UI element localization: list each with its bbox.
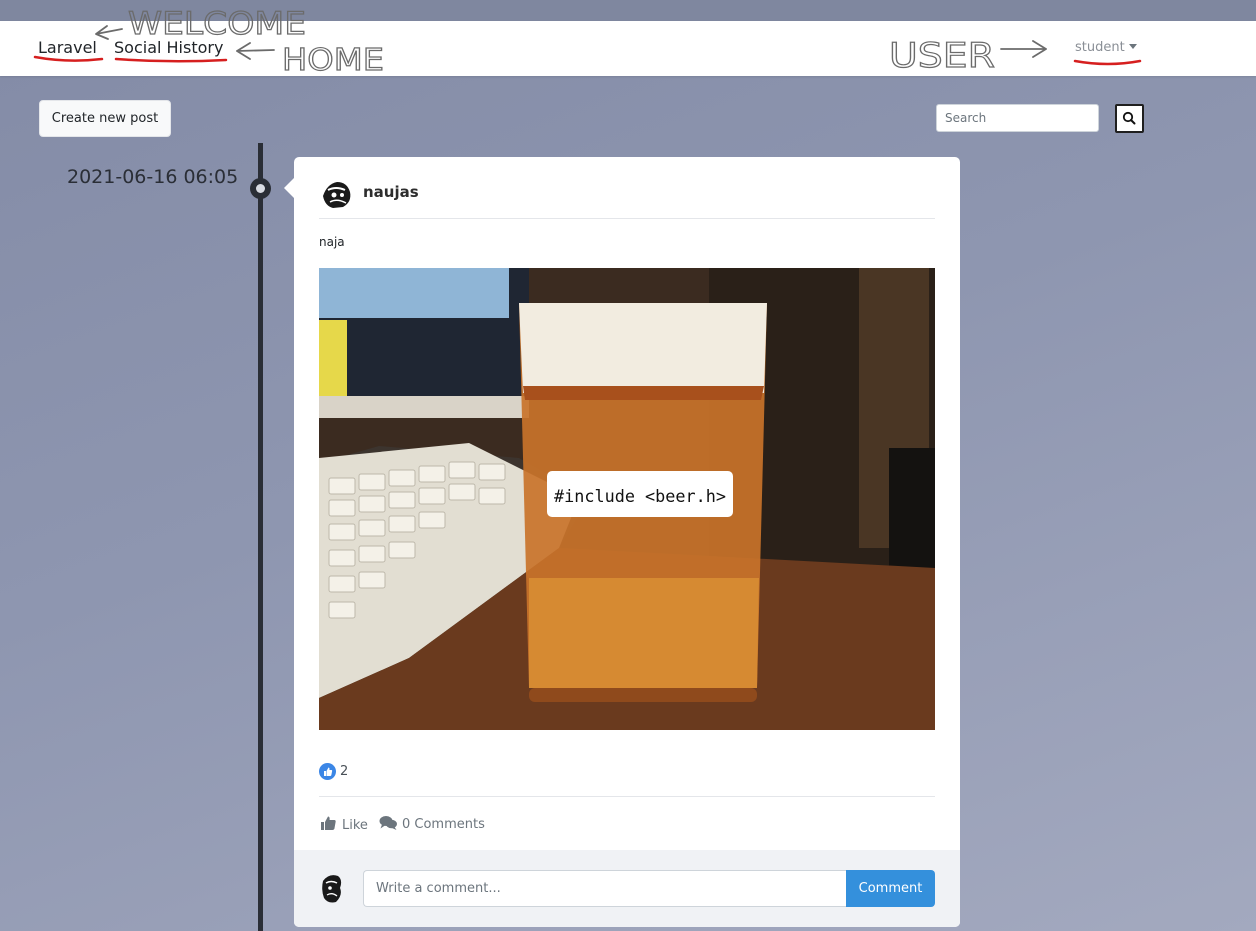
create-post-button[interactable]: Create new post	[39, 100, 171, 137]
thumbs-up-icon	[321, 816, 336, 830]
avatar-drawing-icon	[322, 875, 342, 903]
post-author[interactable]: naujas	[363, 183, 419, 201]
post-card: naujas naja #include <beer.h> 2 Like 0 C…	[294, 157, 960, 927]
navbar: Laravel Social History student	[0, 21, 1256, 76]
window-top-strip	[0, 0, 1256, 21]
like-label: Like	[342, 818, 368, 833]
brand-link[interactable]: Laravel	[38, 38, 97, 57]
beer-glass-photo: #include <beer.h>	[319, 268, 935, 730]
user-menu-dropdown[interactable]: student	[1075, 40, 1137, 55]
reactions-divider	[319, 796, 935, 797]
search-button[interactable]	[1115, 104, 1144, 133]
card-pointer	[284, 178, 294, 198]
like-count: 2	[340, 764, 349, 779]
comment-submit-button[interactable]: Comment	[846, 870, 935, 907]
comments-label: 0 Comments	[402, 817, 485, 832]
like-badge-icon	[319, 763, 336, 780]
header-divider	[319, 218, 935, 219]
glass-label: #include <beer.h>	[554, 487, 726, 507]
search-icon	[1122, 111, 1136, 125]
caret-down-icon	[1128, 44, 1137, 49]
post-text: naja	[319, 235, 345, 249]
home-link[interactable]: Social History	[114, 38, 223, 57]
comments-icon	[379, 816, 397, 830]
like-button[interactable]: Like	[320, 814, 368, 833]
comment-input[interactable]: Write a comment...	[363, 870, 847, 907]
author-avatar[interactable]	[319, 176, 354, 211]
current-user-avatar	[319, 871, 344, 905]
reaction-summary[interactable]: 2	[319, 761, 349, 780]
timeline-date: 2021-06-16 06:05	[67, 166, 239, 188]
timeline-marker	[250, 178, 271, 199]
post-image[interactable]: #include <beer.h>	[319, 268, 935, 730]
timeline-line	[258, 143, 263, 931]
comments-button[interactable]: 0 Comments	[379, 814, 485, 832]
avatar-drawing-icon	[323, 182, 351, 208]
comment-composer: Write a comment... Comment	[294, 850, 960, 927]
search-input[interactable]: Search	[936, 104, 1099, 132]
user-name: student	[1075, 40, 1125, 55]
